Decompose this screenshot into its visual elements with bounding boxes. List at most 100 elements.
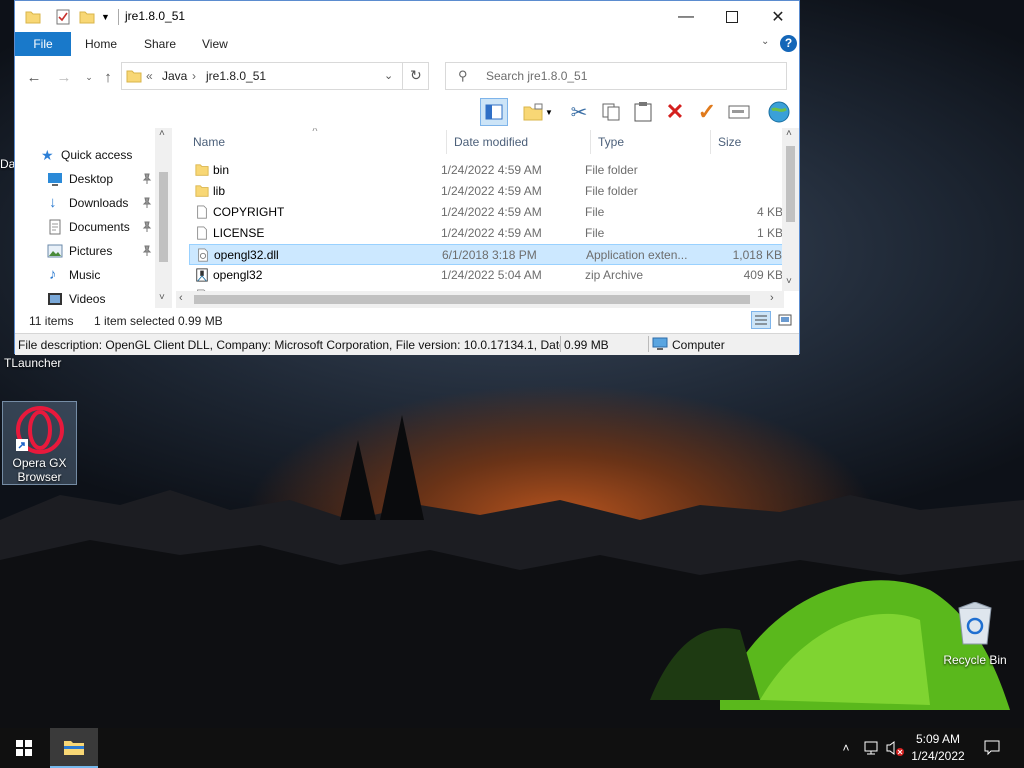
column-header-date-modified[interactable]: Date modified [454, 128, 528, 156]
desktop-icon-recycle-bin[interactable]: Recycle Bin [938, 600, 1012, 670]
delete-button[interactable]: ✕ [661, 98, 689, 126]
taskbar-file-explorer-button[interactable] [50, 728, 98, 768]
globe-button[interactable] [765, 98, 793, 126]
file-list-horizontal-scrollbar[interactable]: ‹ › [176, 291, 784, 308]
checkmark-icon: ✓ [697, 99, 717, 124]
scroll-down-icon[interactable]: ˅ [159, 292, 165, 303]
close-button[interactable]: ✕ [755, 1, 801, 32]
maximize-button[interactable] [709, 1, 755, 32]
start-button[interactable] [0, 728, 48, 768]
show-hidden-icons-button[interactable]: ˄ [836, 728, 856, 768]
navigation-pane-button[interactable] [480, 98, 508, 126]
column-separator[interactable] [710, 130, 711, 154]
address-dropdown-icon[interactable]: ⌄ [384, 69, 393, 82]
nav-item-label: Music [69, 268, 101, 282]
scroll-thumb[interactable] [159, 172, 168, 262]
search-box[interactable]: ⚲ Search jre1.8.0_51 [445, 62, 787, 90]
minimize-button[interactable]: — [663, 1, 709, 32]
new-folder-dropdown[interactable]: ▼ [543, 98, 555, 126]
clock[interactable]: 5:09 AM 1/24/2022 [904, 730, 972, 766]
copy-button[interactable] [597, 98, 625, 126]
navigation-pane-scrollbar[interactable]: ˄ ˅ [155, 128, 172, 308]
file-row[interactable]: opengl32 1/24/2022 5:04 AM zip Archive 409 … [189, 265, 783, 286]
file-row[interactable]: COPYRIGHT 1/24/2022 4:59 AM File 4 KB [189, 202, 783, 223]
folder-icon [195, 164, 209, 176]
cut-button[interactable]: ✂ [565, 98, 593, 126]
delete-x-icon: ✕ [665, 99, 685, 124]
videos-icon [48, 293, 62, 305]
rename-button[interactable] [725, 98, 753, 126]
tab-file[interactable]: File [15, 32, 71, 56]
properties-button[interactable]: ✓ [693, 98, 721, 126]
selection-size: 0.99 MB [178, 314, 223, 328]
scroll-thumb[interactable] [194, 295, 750, 304]
expand-ribbon-icon[interactable]: ⌄ [761, 36, 769, 47]
desktop-icon-tlauncher[interactable]: TLauncher [4, 356, 76, 370]
breadcrumb-overflow[interactable]: « [146, 69, 153, 83]
details-view-button[interactable] [751, 311, 771, 329]
scroll-thumb[interactable] [786, 146, 795, 222]
volume-icon[interactable] [884, 728, 906, 768]
chevron-up-icon: ˄ [842, 741, 850, 755]
status-bar: 11 items 1 item selected 0.99 MB [15, 309, 799, 331]
breadcrumb-jre[interactable]: jre1.8.0_51 [206, 69, 266, 83]
scroll-left-icon[interactable]: ‹ [179, 292, 183, 304]
music-note-icon: ♪ [49, 266, 57, 283]
scroll-right-icon[interactable]: › [770, 292, 774, 304]
nav-item-label: Documents [69, 220, 130, 234]
customize-quick-access-icon[interactable]: ▼ [101, 12, 110, 22]
help-icon[interactable]: ? [780, 35, 797, 52]
back-button[interactable]: ← [24, 67, 44, 87]
desktop-icon-opera-gx[interactable]: Opera GX Browser [2, 401, 77, 485]
refresh-icon[interactable]: ↻ [410, 67, 422, 84]
forward-button[interactable]: → [54, 67, 74, 87]
file-list-vertical-scrollbar[interactable]: ˄ ˅ [782, 128, 799, 291]
search-input[interactable]: Search jre1.8.0_51 [486, 69, 587, 83]
column-separator[interactable] [446, 130, 447, 154]
scroll-up-icon[interactable]: ˄ [159, 128, 165, 139]
title-bar[interactable]: ▼ jre1.8.0_51 — ✕ [15, 1, 799, 32]
column-header-name[interactable]: Name [193, 128, 225, 156]
up-button[interactable]: ↑ [98, 67, 118, 87]
volume-muted-icon [886, 741, 904, 756]
file-size: 1,018 KB [732, 248, 782, 262]
chevron-down-icon: ⌄ [85, 71, 93, 82]
file-row[interactable]: bin 1/24/2022 4:59 AM File folder [189, 160, 783, 181]
desktop-icon-da[interactable]: Da [0, 157, 14, 171]
file-row[interactable]: lib 1/24/2022 4:59 AM File folder [189, 181, 783, 202]
large-icons-view-button[interactable] [775, 311, 795, 329]
scroll-up-icon[interactable]: ˄ [786, 128, 792, 139]
recent-locations-button[interactable]: ⌄ [79, 67, 99, 87]
scissors-icon: ✂ [570, 101, 588, 124]
tab-share[interactable]: Share [144, 32, 176, 56]
network-icon[interactable] [860, 728, 884, 768]
copy-icon [602, 103, 620, 121]
details-size: 0.99 MB [564, 338, 609, 352]
pin-icon [142, 197, 152, 208]
nav-item-quick-access[interactable]: ★ Quick access [41, 144, 161, 166]
action-center-button[interactable] [978, 728, 1006, 768]
column-separator[interactable] [590, 130, 591, 154]
column-header-type[interactable]: Type [598, 128, 624, 156]
file-name: opengl32.dll [214, 248, 279, 262]
file-row[interactable]: LICENSE 1/24/2022 4:59 AM File 1 KB [189, 223, 783, 244]
layout-pane-icon [485, 104, 503, 120]
breadcrumb-java[interactable]: Java [162, 69, 187, 83]
file-row[interactable]: opengl32.dll 6/1/2018 3:18 PM Application … [189, 244, 783, 265]
details-location: Computer [672, 338, 725, 352]
scroll-down-icon[interactable]: ˅ [786, 276, 792, 287]
recycle-bin-icon [958, 602, 992, 645]
column-header-size[interactable]: Size [718, 128, 741, 156]
paste-button[interactable] [629, 98, 657, 126]
tab-home[interactable]: Home [85, 32, 117, 56]
new-folder-icon[interactable] [79, 9, 95, 25]
breadcrumb-separator-icon: › [192, 69, 196, 83]
zip-file-icon [196, 268, 208, 282]
file-date-modified: 6/1/2018 3:18 PM [442, 248, 537, 262]
folder-icon[interactable] [25, 9, 41, 25]
file-type: File [585, 226, 605, 240]
file-type: File folder [585, 184, 638, 198]
tab-view[interactable]: View [202, 32, 228, 56]
properties-icon[interactable] [55, 9, 71, 25]
address-bar[interactable]: « Java › jre1.8.0_51 ⌄ ↻ [121, 62, 429, 90]
